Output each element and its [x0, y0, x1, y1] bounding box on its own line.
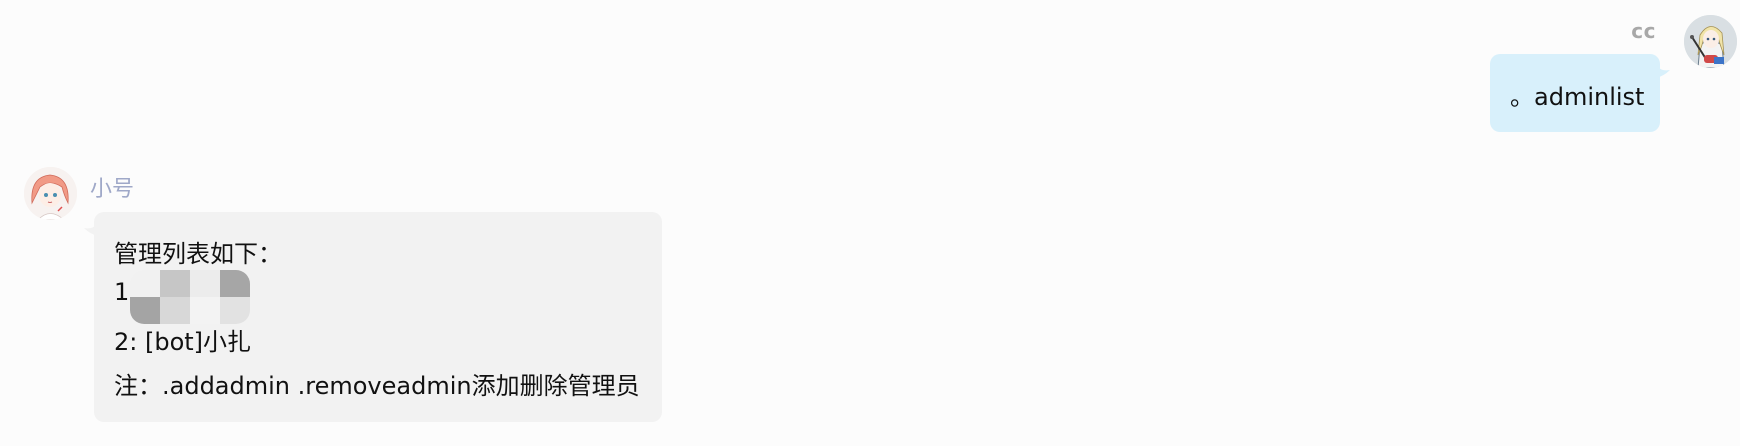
redacted-mosaic [130, 270, 250, 324]
avatar-outgoing[interactable] [1684, 15, 1737, 68]
avatar-incoming[interactable] [24, 167, 77, 220]
sender-name-outgoing: cc [1631, 19, 1656, 43]
message-line-admin-1: 1 [114, 278, 130, 306]
message-line-header: 管理列表如下： [114, 240, 282, 268]
bubble-tail-right-icon [1656, 64, 1670, 78]
sender-name-incoming: 小号 [90, 177, 135, 202]
anime-girl-pink-hair-avatar-icon [24, 167, 77, 220]
anime-girl-guitar-avatar-icon [1684, 15, 1737, 68]
message-bubble-outgoing[interactable]: 。adminlist [1490, 54, 1670, 132]
message-bubble-incoming[interactable]: 管理列表如下： 1 2: [bot]小扎 注：.addadmin .remove… [84, 212, 662, 422]
bubble-tail-left-icon [84, 222, 98, 236]
message-text-outgoing: 。adminlist [1510, 83, 1645, 111]
message-line-note: 注：.addadmin .removeadmin添加删除管理员 [114, 372, 640, 400]
chat-window: cc 。adminlist 小号 管理列表如下： 1 2: [bot]小扎 注：… [0, 0, 1740, 446]
message-line-admin-2: 2: [bot]小扎 [114, 328, 252, 356]
